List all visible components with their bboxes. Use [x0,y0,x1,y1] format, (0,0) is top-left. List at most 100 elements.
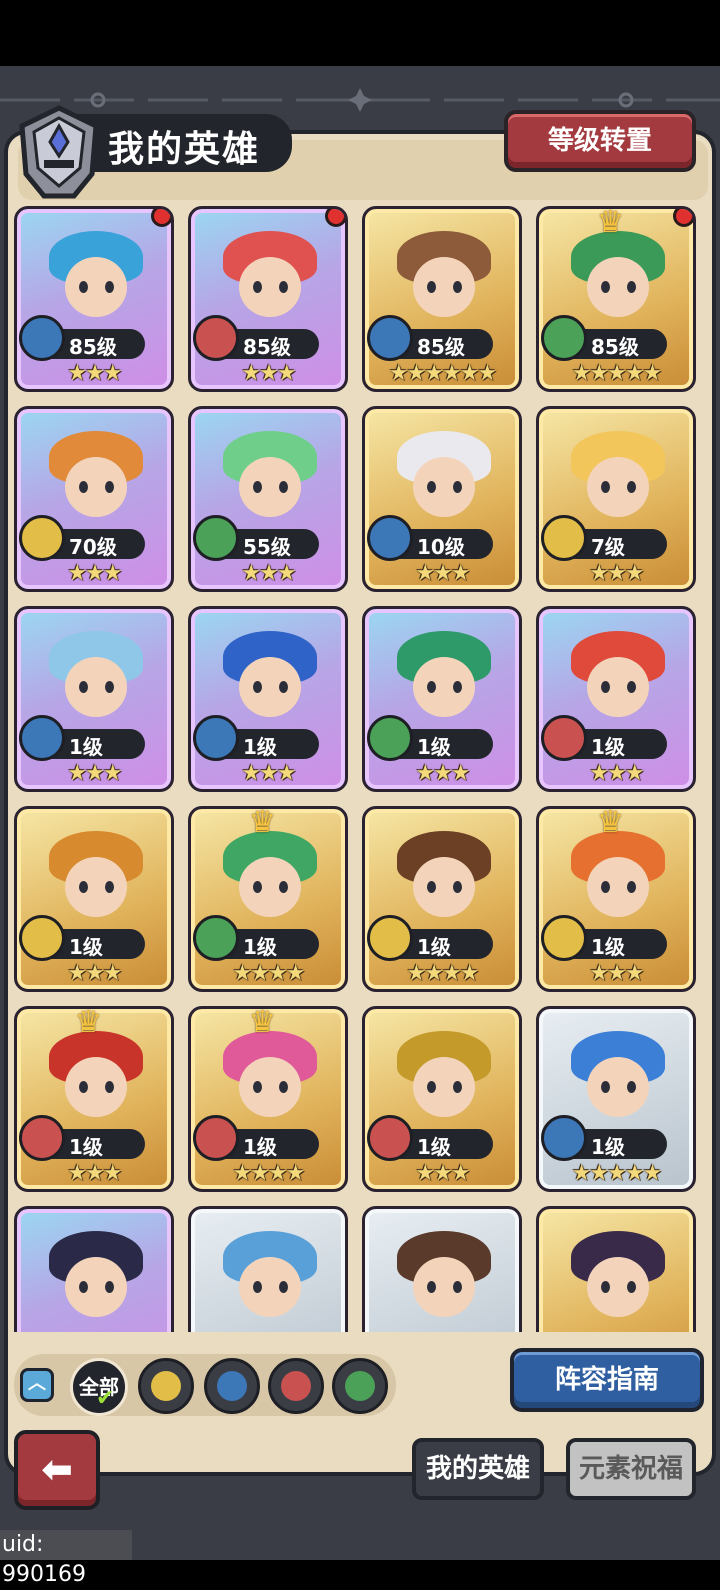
back-arrow-icon: ⬅ [41,1447,73,1491]
hero-eye [627,1081,636,1093]
star-rating: ★★★ [67,361,122,386]
hero-card[interactable]: 85级 ★★★ [14,206,174,392]
hero-card[interactable]: 7级 ★★★ [536,406,696,592]
page-title: 我的英雄 [108,129,261,170]
hero-face [587,1257,649,1317]
check-icon: ✔ [96,1386,115,1411]
water-element-icon [217,1371,247,1401]
hero-face [65,457,127,517]
hero-eye [79,881,88,893]
hero-face [65,1257,127,1317]
hero-card[interactable]: 1级 ★★★ [188,606,348,792]
hero-card[interactable] [14,1206,174,1332]
hero-eye [427,281,436,293]
hero-level: 85级 [591,335,639,359]
hero-level: 1级 [69,1135,103,1159]
hero-card[interactable]: 10级 ★★★ [362,406,522,592]
hero-card[interactable]: ♛ 1级 ★★★★ [188,1006,348,1192]
hero-eye [427,1081,436,1093]
hero-level: 1级 [243,735,277,759]
hero-level: 1级 [243,935,277,959]
earth-element-icon [19,515,65,561]
helmet-icon [19,105,99,199]
star-rating: ★★★★★ [571,361,663,386]
expand-filter-button[interactable]: ︿ [20,1368,54,1402]
tab-my-heroes[interactable]: 我的英雄 [412,1438,544,1500]
hero-card[interactable]: 85级 ★★★ [188,206,348,392]
nature-element-icon [367,715,413,761]
lineup-guide-button[interactable]: 阵容指南 [510,1348,704,1412]
hero-eye [79,1081,88,1093]
hero-eye [279,481,288,493]
hero-card[interactable]: 1级 ★★★ [362,1006,522,1192]
hero-eye [253,1081,262,1093]
hero-grid[interactable]: 85级 ★★★ 85级 ★★★ 85级 ★★★★★★ ♛ 85级 ★★★★★ 70级 ★★★ 55级 ★… [14,206,708,1332]
star-rating: ★★★★★★ [388,361,497,386]
hero-card[interactable] [536,1206,696,1332]
filter-earth-button[interactable] [138,1358,194,1414]
hero-level: 7级 [591,535,625,559]
hero-portrait [201,1217,335,1332]
hero-eye [453,881,462,893]
crown-icon: ♛ [249,1006,276,1040]
hero-eye [453,1281,462,1293]
status-bar [0,0,720,66]
hero-card[interactable]: ♛ 1级 ★★★★ [188,806,348,992]
hero-card[interactable]: ♛ 1级 ★★★ [14,1006,174,1192]
star-rating: ★★★ [67,961,122,986]
hero-eye [427,681,436,693]
uid-label: uid: 990169 [0,1530,132,1587]
decorative-border [0,88,720,112]
fire-element-icon [193,315,239,361]
hero-card[interactable]: ♛ 85级 ★★★★★ [536,206,696,392]
fire-element-icon [281,1371,311,1401]
hero-eye [79,1281,88,1293]
hero-card[interactable]: 1级 ★★★★ [362,806,522,992]
hero-face [413,257,475,317]
hero-card[interactable]: 1级 ★★★ [362,606,522,792]
hero-eye [427,881,436,893]
hero-card[interactable]: 1级 ★★★ [14,806,174,992]
hero-eye [253,1281,262,1293]
hero-eye [79,481,88,493]
hero-card[interactable]: 1级 ★★★★★ [536,1006,696,1192]
star-rating: ★★★ [67,761,122,786]
hero-eye [627,681,636,693]
star-rating: ★★★ [589,561,644,586]
filter-nature-button[interactable] [332,1358,388,1414]
hero-face [239,457,301,517]
hero-eye [427,481,436,493]
hero-card[interactable]: 1级 ★★★ [14,606,174,792]
nature-element-icon [193,515,239,561]
hero-card[interactable]: 85级 ★★★★★★ [362,206,522,392]
hero-face [587,257,649,317]
hero-card[interactable] [362,1206,522,1332]
star-rating: ★★★ [589,961,644,986]
level-reset-button[interactable]: 等级转置 [504,110,696,172]
hero-level: 1级 [417,735,451,759]
hero-face [239,1057,301,1117]
filter-water-button[interactable] [204,1358,260,1414]
star-rating: ★★★★ [406,961,480,986]
back-button[interactable]: ⬅ [14,1430,100,1510]
star-rating: ★★★ [241,761,296,786]
earth-element-icon [19,915,65,961]
crown-icon: ♛ [75,1006,102,1040]
hero-card[interactable]: 55级 ★★★ [188,406,348,592]
hero-eye [453,1081,462,1093]
hero-card[interactable]: 70级 ★★★ [14,406,174,592]
hero-eye [105,281,114,293]
hero-portrait [549,1217,683,1332]
tab-element-blessing[interactable]: 元素祝福 [566,1438,696,1500]
hero-level: 1级 [591,735,625,759]
hero-eye [627,481,636,493]
hero-level: 1级 [591,1135,625,1159]
hero-card[interactable]: ♛ 1级 ★★★ [536,806,696,992]
hero-eye [105,681,114,693]
crown-icon: ♛ [597,206,624,240]
star-rating: ★★★ [241,561,296,586]
hero-card[interactable]: 1级 ★★★ [536,606,696,792]
filter-fire-button[interactable] [268,1358,324,1414]
hero-eye [601,281,610,293]
hero-card[interactable] [188,1206,348,1332]
